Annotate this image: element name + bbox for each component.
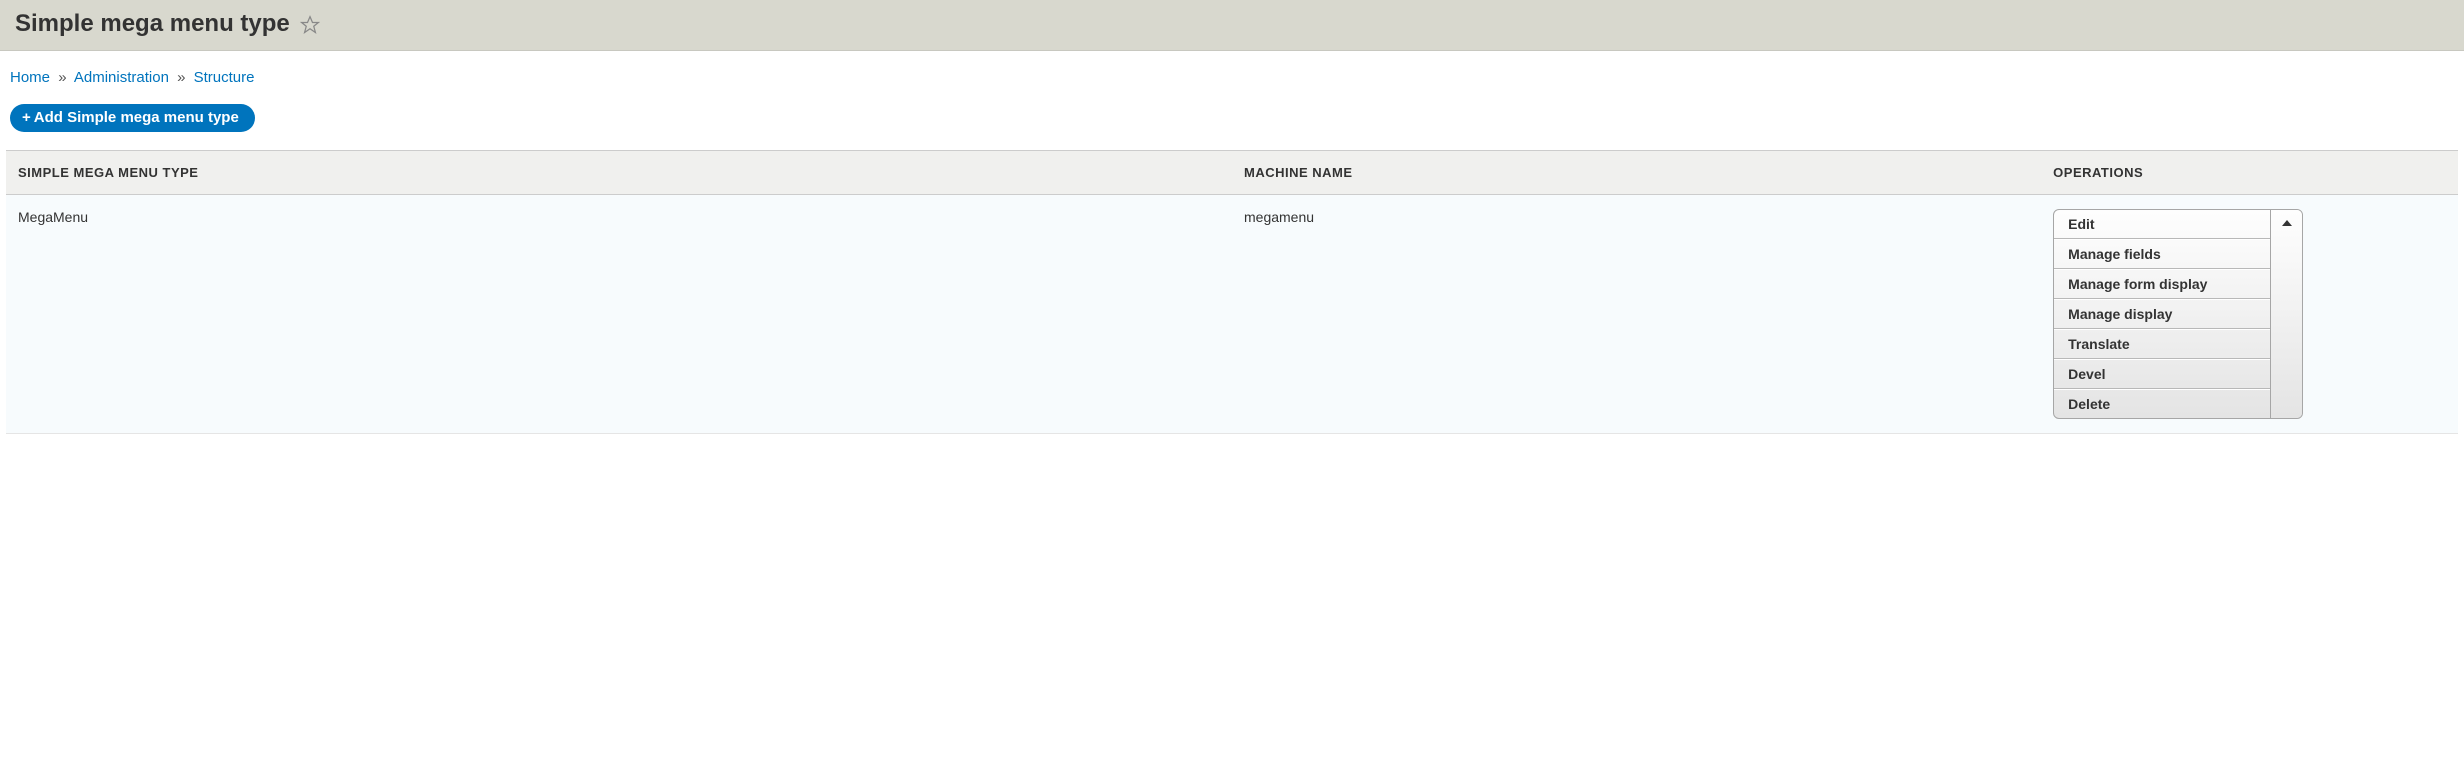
operations-dropbutton: Edit Manage fields Manage form display M… <box>2053 209 2303 419</box>
breadcrumb-separator: » <box>177 69 185 86</box>
action-links: +Add Simple mega menu type <box>0 104 2464 150</box>
breadcrumb-administration[interactable]: Administration <box>74 69 169 86</box>
star-icon[interactable] <box>300 14 320 34</box>
column-header-machine: Machine Name <box>1232 151 2041 195</box>
cell-machine-name: megamenu <box>1232 195 2041 434</box>
chevron-up-icon <box>2282 220 2292 226</box>
breadcrumb-home[interactable]: Home <box>10 69 50 86</box>
table-row: MegaMenu megamenu Edit Manage fields Man… <box>6 195 2458 434</box>
operations-list: Edit Manage fields Manage form display M… <box>2054 210 2270 418</box>
listing-table: Simple mega menu type Machine Name Opera… <box>6 150 2458 434</box>
breadcrumb-separator: » <box>58 69 66 86</box>
page-title: Simple mega menu type <box>15 10 290 38</box>
page-title-wrap: Simple mega menu type <box>15 10 320 38</box>
plus-icon: + <box>22 109 31 126</box>
operation-devel[interactable]: Devel <box>2054 360 2270 388</box>
operation-delete[interactable]: Delete <box>2054 390 2270 418</box>
table-header-row: Simple mega menu type Machine Name Opera… <box>6 151 2458 195</box>
column-header-operations: Operations <box>2041 151 2458 195</box>
cell-type-label: MegaMenu <box>6 195 1232 434</box>
operation-edit[interactable]: Edit <box>2054 210 2270 238</box>
table-container: Simple mega menu type Machine Name Opera… <box>0 150 2464 434</box>
breadcrumb: Home » Administration » Structure <box>0 51 2464 104</box>
add-button-label: Add Simple mega menu type <box>34 109 239 126</box>
operation-translate[interactable]: Translate <box>2054 330 2270 358</box>
page-header: Simple mega menu type <box>0 0 2464 51</box>
breadcrumb-structure[interactable]: Structure <box>194 69 255 86</box>
column-header-type: Simple mega menu type <box>6 151 1232 195</box>
operation-manage-form-display[interactable]: Manage form display <box>2054 270 2270 298</box>
add-simple-mega-menu-type-button[interactable]: +Add Simple mega menu type <box>10 104 255 132</box>
cell-operations: Edit Manage fields Manage form display M… <box>2041 195 2458 434</box>
operation-manage-display[interactable]: Manage display <box>2054 300 2270 328</box>
operation-manage-fields[interactable]: Manage fields <box>2054 240 2270 268</box>
dropbutton-toggle[interactable] <box>2270 210 2302 418</box>
